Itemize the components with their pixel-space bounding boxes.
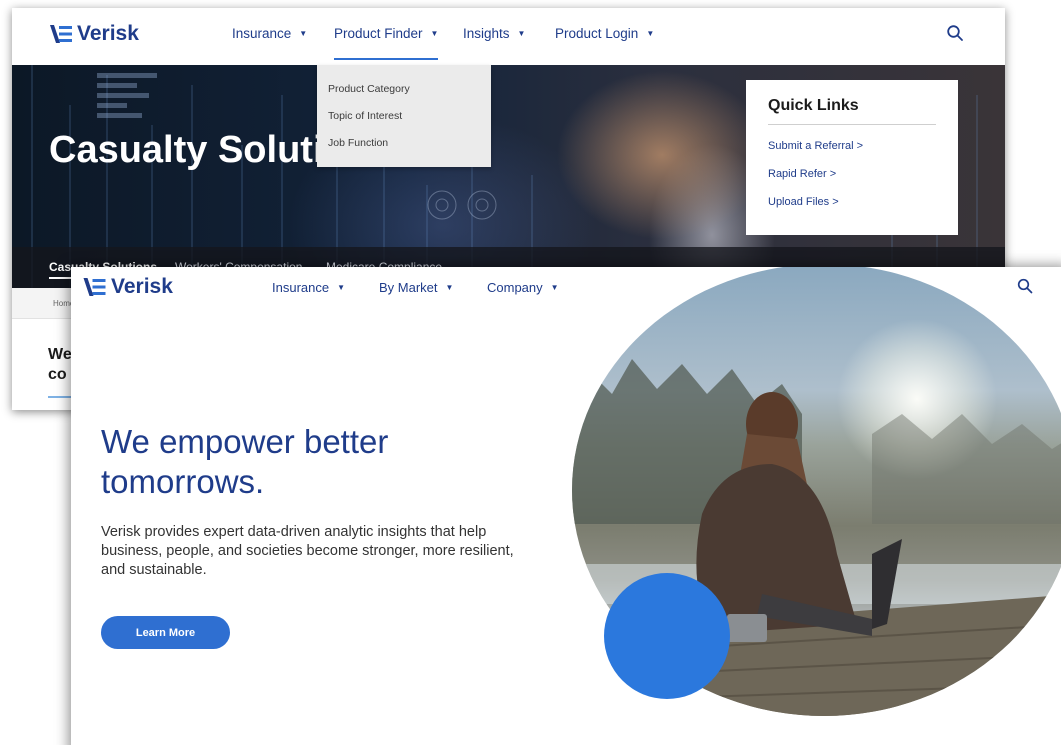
quick-link-rapid-refer[interactable]: Rapid Refer >	[768, 168, 836, 180]
quick-links-panel: Quick Links Submit a Referral > Rapid Re…	[746, 80, 958, 235]
search-icon[interactable]	[946, 24, 964, 42]
chevron-down-icon: ▼	[430, 29, 439, 38]
nav-product-login-label: Product Login	[555, 26, 639, 41]
nav-company-label: Company	[487, 280, 543, 295]
quick-link-submit-referral[interactable]: Submit a Referral >	[768, 140, 863, 152]
nav-product-finder[interactable]: Product Finder ▼	[334, 26, 439, 60]
quick-links-title: Quick Links	[768, 97, 859, 114]
screenshot-canvas: Verisk Insurance ▼ Product Finder ▼ Insigh…	[0, 0, 1061, 745]
top-navigation: Verisk Insurance ▼ Product Finder ▼ Insigh…	[12, 8, 1005, 65]
dropdown-item-product-category[interactable]: Product Category	[328, 83, 410, 95]
nav-product-login[interactable]: Product Login ▼	[555, 26, 654, 41]
divider	[768, 124, 936, 125]
nav-company[interactable]: Company ▼	[487, 280, 559, 295]
nav-insights[interactable]: Insights ▼	[463, 26, 525, 41]
hero-headline: We empower better tomorrows.	[101, 423, 389, 500]
chevron-down-icon: ▼	[445, 283, 454, 292]
verisk-logo[interactable]: Verisk	[81, 275, 173, 299]
hero-description: Verisk provides expert data-driven analy…	[101, 524, 514, 578]
verisk-logo[interactable]: Verisk	[48, 22, 139, 46]
learn-more-button[interactable]: Learn More	[101, 616, 230, 649]
nav-insurance[interactable]: Insurance ▼	[232, 26, 307, 41]
verisk-logo-mark-icon	[50, 25, 72, 43]
dropdown-item-job-function[interactable]: Job Function	[328, 137, 388, 149]
nav-by-market-label: By Market	[379, 280, 438, 295]
decorative-blue-circle	[604, 573, 730, 699]
verisk-homepage-window: Verisk Insurance ▼ By Market ▼ Company ▼ We…	[71, 267, 1061, 745]
dropdown-item-topic-of-interest[interactable]: Topic of Interest	[328, 110, 402, 122]
section-heading-text: We co	[48, 346, 72, 383]
nav-insurance-label: Insurance	[232, 26, 292, 41]
chevron-down-icon: ▼	[337, 283, 346, 292]
chevron-down-icon: ▼	[646, 29, 655, 38]
nav-product-finder-label: Product Finder	[334, 26, 423, 41]
nav-insurance-label: Insurance	[272, 280, 330, 295]
quick-link-upload-files[interactable]: Upload Files >	[768, 196, 839, 208]
nav-insights-label: Insights	[463, 26, 510, 41]
logo-wordmark: Verisk	[111, 275, 173, 298]
chevron-down-icon: ▼	[517, 29, 526, 38]
verisk-logo-mark-icon	[83, 278, 106, 296]
nav-by-market[interactable]: By Market ▼	[379, 280, 453, 295]
hero-title: Casualty Solutic	[49, 129, 345, 171]
logo-wordmark: Verisk	[77, 22, 139, 45]
product-finder-dropdown: Product Category Topic of Interest Job F…	[317, 65, 491, 167]
chevron-down-icon: ▼	[299, 29, 308, 38]
nav-insurance[interactable]: Insurance ▼	[272, 280, 345, 295]
chevron-down-icon: ▼	[550, 283, 559, 292]
